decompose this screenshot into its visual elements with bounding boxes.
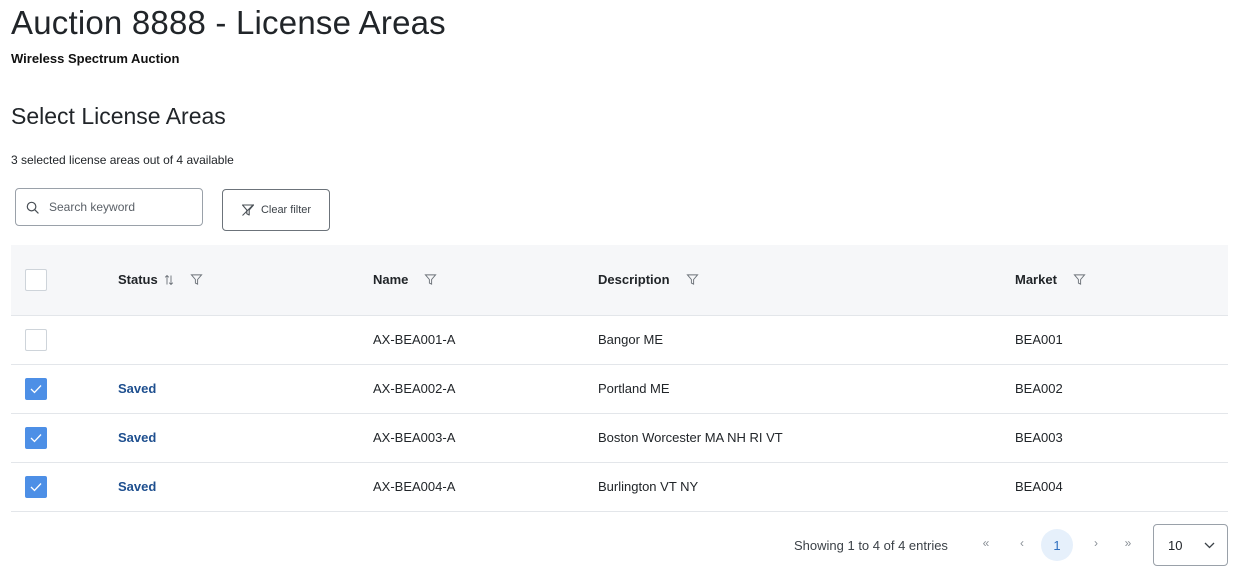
description-cell: Burlington VT NY (598, 479, 699, 494)
search-box[interactable] (15, 188, 203, 226)
column-label-description: Description (598, 272, 670, 288)
header-select-cell (11, 245, 105, 315)
filter-icon[interactable] (1073, 273, 1086, 286)
clear-filter-label: Clear filter (260, 204, 312, 216)
row-checkbox[interactable] (25, 377, 47, 400)
market-cell: BEA001 (1015, 332, 1063, 347)
name-cell: AX-BEA004-A (373, 479, 456, 494)
filter-icon[interactable] (424, 273, 438, 286)
section-title: Select License Areas (11, 103, 226, 129)
prev-page-button[interactable]: ‹ (1012, 536, 1032, 550)
column-label-status: Status (118, 272, 158, 288)
status-cell: Saved (118, 479, 157, 494)
search-icon (26, 201, 39, 214)
market-cell: BEA002 (1015, 381, 1063, 396)
table-row[interactable]: Saved AX-BEA004-A Burlington VT NY BEA00… (11, 462, 1228, 511)
market-cell: BEA003 (1015, 430, 1063, 445)
search-input[interactable] (47, 199, 187, 215)
selection-summary: 3 selected license areas out of 4 availa… (11, 153, 234, 167)
row-checkbox[interactable] (25, 426, 47, 449)
check-icon (30, 482, 42, 491)
name-cell: AX-BEA001-A (373, 332, 456, 347)
market-cell: BEA004 (1015, 479, 1063, 494)
pagination: Showing 1 to 4 of 4 entries « ‹ 1 › » 10 (0, 524, 1239, 566)
page-title: Auction 8888 - License Areas (11, 4, 446, 41)
column-label-name: Name (373, 272, 409, 288)
column-label-market: Market (1015, 272, 1057, 288)
check-icon (30, 384, 42, 393)
chevron-down-icon (1204, 542, 1215, 548)
description-cell: Bangor ME (598, 332, 664, 347)
pagination-info: Showing 1 to 4 of 4 entries (794, 538, 948, 553)
column-header-description[interactable]: Description (586, 245, 1003, 315)
last-page-button[interactable]: » (1118, 536, 1138, 550)
license-areas-table: Status Name Description Market AX-BEA001… (11, 245, 1228, 512)
next-page-button[interactable]: › (1086, 536, 1106, 550)
license-areas-page: Auction 8888 - License Areas Wireless Sp… (0, 0, 1239, 578)
filter-icon[interactable] (685, 273, 699, 286)
select-all-checkbox[interactable] (25, 268, 47, 291)
status-cell (105, 315, 358, 364)
page-size-select[interactable]: 10 (1153, 524, 1228, 566)
table-row[interactable]: Saved AX-BEA003-A Boston Worcester MA NH… (11, 413, 1228, 462)
status-cell: Saved (118, 381, 157, 396)
row-checkbox[interactable] (25, 328, 47, 351)
filter-icon[interactable] (190, 273, 203, 286)
column-header-status[interactable]: Status (105, 245, 358, 315)
page-size-value: 10 (1168, 537, 1183, 553)
table-header-row: Status Name Description Market (11, 245, 1228, 315)
status-cell: Saved (118, 430, 157, 445)
first-page-button[interactable]: « (976, 536, 996, 550)
check-icon (30, 433, 42, 442)
row-checkbox[interactable] (25, 475, 47, 498)
description-cell: Boston Worcester MA NH RI VT (598, 430, 783, 445)
sort-icon[interactable] (164, 274, 174, 286)
table-row[interactable]: Saved AX-BEA002-A Portland ME BEA002 (11, 364, 1228, 413)
page-1-button[interactable]: 1 (1041, 529, 1073, 561)
name-cell: AX-BEA003-A (373, 430, 456, 445)
page-subtitle: Wireless Spectrum Auction (11, 51, 180, 66)
column-header-name[interactable]: Name (358, 245, 586, 315)
name-cell: AX-BEA002-A (373, 381, 456, 396)
column-header-market[interactable]: Market (1003, 245, 1228, 315)
filter-clear-icon (241, 204, 254, 216)
clear-filter-button[interactable]: Clear filter (222, 189, 330, 231)
description-cell: Portland ME (598, 381, 670, 396)
table-row[interactable]: AX-BEA001-A Bangor ME BEA001 (11, 315, 1228, 364)
